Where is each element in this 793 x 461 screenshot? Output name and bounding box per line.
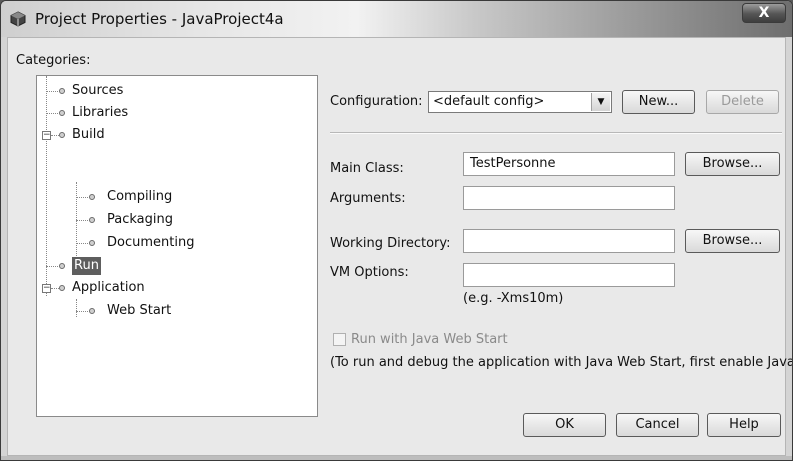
configuration-label: Configuration:	[330, 94, 423, 109]
configuration-value: <default config>	[433, 94, 545, 109]
dialog-content: Categories: Sources Libraries − Build Co…	[7, 37, 792, 456]
working-directory-field[interactable]	[463, 229, 675, 253]
vm-options-label: VM Options:	[330, 265, 409, 280]
close-button[interactable]: X	[742, 3, 786, 23]
new-config-button[interactable]: New...	[622, 90, 695, 114]
arguments-label: Arguments:	[330, 191, 406, 206]
tree-item-label: Compiling	[107, 189, 173, 204]
collapse-icon[interactable]: −	[42, 131, 51, 140]
node-bullet-icon	[89, 217, 95, 223]
node-bullet-icon	[59, 132, 65, 138]
arguments-field[interactable]	[463, 186, 675, 210]
window-bottom-border	[1, 456, 792, 460]
tree-connector	[51, 135, 59, 136]
tree-item-label: Sources	[72, 83, 124, 98]
node-bullet-icon	[59, 263, 65, 269]
browse-main-class-button[interactable]: Browse...	[685, 152, 780, 176]
project-properties-dialog: Project Properties - JavaProject4a X Cat…	[0, 0, 793, 461]
configuration-select[interactable]: <default config> ▼	[428, 91, 612, 113]
title-bar[interactable]: Project Properties - JavaProject4a X	[1, 1, 792, 37]
vm-options-field[interactable]	[463, 263, 675, 287]
browse-working-directory-button[interactable]: Browse...	[685, 229, 780, 253]
project-cube-icon	[10, 11, 26, 27]
tree-item-label: Web Start	[107, 303, 172, 318]
tree-item-label: Run	[72, 257, 101, 275]
chevron-down-icon: ▼	[591, 93, 610, 111]
tree-connector	[76, 220, 88, 221]
tree-connector	[46, 91, 58, 92]
tree-item-label: Packaging	[107, 212, 173, 227]
window-title: Project Properties - JavaProject4a	[35, 10, 284, 28]
collapse-icon[interactable]: −	[42, 284, 51, 293]
tree-item-label: Libraries	[72, 105, 129, 120]
tree-connector	[76, 311, 88, 312]
tree-connector	[46, 113, 58, 114]
node-bullet-icon	[89, 194, 95, 200]
node-bullet-icon	[59, 285, 65, 291]
web-start-checkbox-label[interactable]: Run with Java Web Start	[351, 332, 508, 347]
tree-connector	[76, 243, 88, 244]
tree-connector	[76, 197, 88, 198]
main-class-label: Main Class:	[330, 161, 404, 176]
categories-tree[interactable]: Sources Libraries − Build Compiling Pack…	[36, 75, 318, 417]
node-bullet-icon	[89, 240, 95, 246]
node-bullet-icon	[59, 110, 65, 116]
main-class-field[interactable]: TestPersonne	[463, 152, 675, 176]
ok-button[interactable]: OK	[523, 413, 606, 437]
vm-options-hint: (e.g. -Xms10m)	[463, 291, 564, 306]
node-bullet-icon	[89, 308, 95, 314]
tree-item-label: Build	[72, 127, 105, 142]
help-button[interactable]: Help	[707, 413, 781, 437]
tree-connector	[51, 288, 59, 289]
tree-item-label: Documenting	[107, 235, 195, 250]
tree-connector	[76, 182, 77, 262]
tree-item-label: Application	[72, 280, 145, 295]
tree-connector	[46, 266, 58, 267]
tree-connector	[76, 299, 77, 317]
working-directory-label: Working Directory:	[330, 236, 451, 251]
web-start-checkbox[interactable]	[333, 333, 346, 346]
node-bullet-icon	[59, 88, 65, 94]
tree-connector	[46, 76, 47, 296]
categories-label: Categories:	[16, 53, 91, 68]
delete-config-button[interactable]: Delete	[706, 90, 779, 114]
separator	[330, 132, 782, 134]
cancel-button[interactable]: Cancel	[616, 413, 699, 437]
web-start-note: (To run and debug the application with J…	[330, 355, 793, 370]
